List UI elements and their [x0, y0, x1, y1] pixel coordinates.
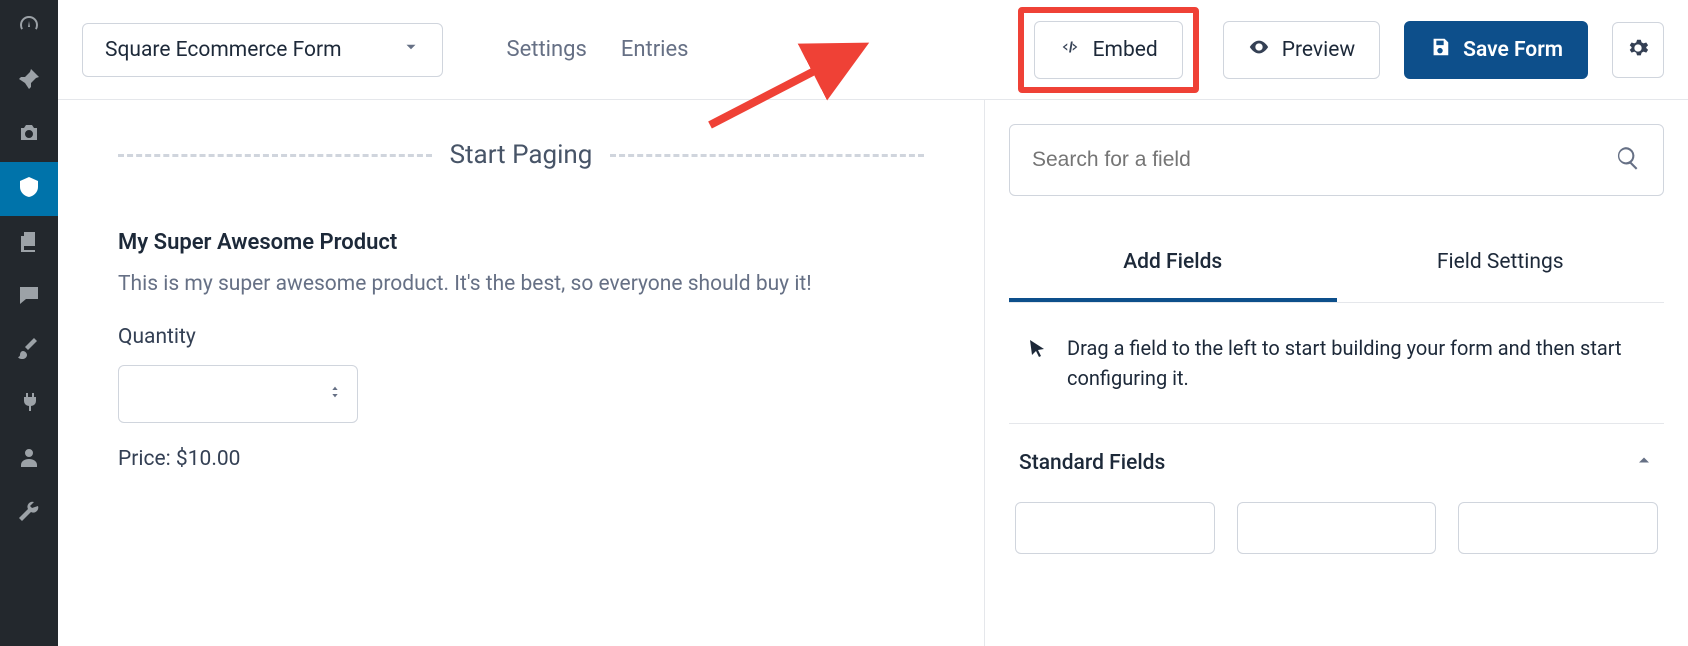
field-grid [1009, 502, 1664, 554]
embed-button[interactable]: Embed [1034, 21, 1183, 79]
product-title: My Super Awesome Product [118, 230, 924, 255]
save-form-button[interactable]: Save Form [1404, 21, 1588, 79]
wpforms-icon [17, 175, 41, 203]
preview-label: Preview [1282, 38, 1355, 62]
price-prefix: Price: [118, 447, 176, 471]
eye-icon [1248, 36, 1270, 64]
plug-icon [17, 391, 41, 419]
chevron-down-icon [402, 38, 420, 62]
user-icon [17, 445, 41, 473]
product-description: This is my super awesome product. It's t… [118, 269, 898, 301]
save-icon [1429, 36, 1451, 64]
field-card[interactable] [1015, 502, 1215, 554]
section-standard-fields[interactable]: Standard Fields [1009, 424, 1664, 502]
sidebar-item-appearance[interactable] [0, 324, 58, 378]
nav-links: Settings Entries [507, 37, 689, 62]
quantity-stepper[interactable] [118, 365, 358, 423]
quantity-label: Quantity [118, 325, 924, 349]
embed-label: Embed [1093, 38, 1158, 62]
panel-hint: Drag a field to the left to start buildi… [1009, 303, 1664, 424]
code-icon [1059, 36, 1081, 64]
embed-highlight: Embed [1018, 7, 1199, 93]
sidebar-item-media[interactable] [0, 108, 58, 162]
field-card[interactable] [1458, 502, 1658, 554]
nav-settings[interactable]: Settings [507, 37, 587, 62]
panel-tabs: Add Fields Field Settings [1009, 226, 1664, 303]
nav-entries[interactable]: Entries [621, 37, 689, 62]
paging-label: Start Paging [450, 140, 593, 170]
tab-add-fields[interactable]: Add Fields [1009, 226, 1337, 302]
preview-button[interactable]: Preview [1223, 21, 1380, 79]
pin-icon [17, 67, 41, 95]
tab-field-settings[interactable]: Field Settings [1337, 226, 1665, 302]
sidebar-item-wpforms[interactable] [0, 162, 58, 216]
save-label: Save Form [1463, 38, 1563, 62]
hint-text: Drag a field to the left to start buildi… [1067, 333, 1648, 393]
form-canvas: Start Paging My Super Awesome Product Th… [58, 100, 984, 646]
comment-icon [17, 283, 41, 311]
search-input[interactable] [1032, 148, 1603, 172]
dashboard-icon [17, 13, 41, 41]
cursor-icon [1025, 333, 1049, 393]
wrench-icon [17, 499, 41, 527]
camera-icon [17, 121, 41, 149]
brush-icon [17, 337, 41, 365]
field-card[interactable] [1237, 502, 1437, 554]
price-row: Price: $10.00 [118, 447, 924, 471]
sidebar-item-tools[interactable] [0, 486, 58, 540]
paging-divider[interactable]: Start Paging [118, 140, 924, 170]
section-label: Standard Fields [1019, 451, 1165, 475]
stepper-arrows-icon [327, 384, 343, 404]
product-field[interactable]: My Super Awesome Product This is my supe… [118, 230, 924, 471]
field-search[interactable] [1009, 124, 1664, 196]
gear-icon [1627, 37, 1649, 63]
search-icon [1615, 145, 1641, 175]
price-value: $10.00 [176, 447, 241, 471]
form-name-label: Square Ecommerce Form [105, 38, 342, 62]
sidebar-item-dashboard[interactable] [0, 0, 58, 54]
sidebar-item-plugins[interactable] [0, 378, 58, 432]
settings-gear-button[interactable] [1612, 22, 1664, 78]
pages-icon [17, 229, 41, 257]
chevron-up-icon [1634, 450, 1654, 476]
sidebar-item-posts[interactable] [0, 54, 58, 108]
sidebar-item-comments[interactable] [0, 270, 58, 324]
sidebar-item-users[interactable] [0, 432, 58, 486]
field-panel: Add Fields Field Settings Drag a field t… [984, 100, 1688, 646]
sidebar-item-pages[interactable] [0, 216, 58, 270]
form-selector[interactable]: Square Ecommerce Form [82, 23, 443, 77]
topbar: Square Ecommerce Form Settings Entries E… [58, 0, 1688, 100]
